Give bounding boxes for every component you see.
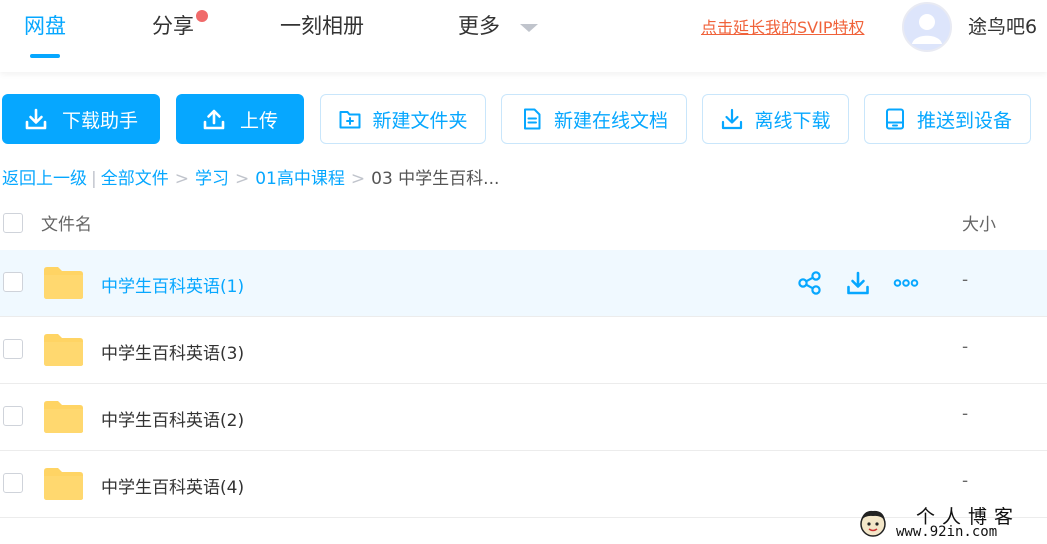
- offline-download-icon: [722, 108, 743, 130]
- folder-icon: [44, 401, 83, 433]
- file-size: -: [962, 337, 969, 357]
- svip-extend-link[interactable]: 点击延长我的SVIP特权: [701, 14, 864, 38]
- more-icon[interactable]: [893, 270, 919, 296]
- folder-icon: [44, 334, 83, 366]
- offline-download-button[interactable]: 离线下载: [702, 94, 849, 144]
- file-name[interactable]: 中学生百科英语(3): [101, 339, 244, 364]
- share-icon[interactable]: [797, 270, 823, 296]
- offline-download-label: 离线下载: [754, 109, 831, 132]
- new-online-doc-button[interactable]: 新建在线文档: [501, 94, 687, 144]
- row-checkbox[interactable]: [3, 272, 23, 292]
- chevron-down-icon: [520, 24, 538, 32]
- tab-netdisk-label: 网盘: [24, 14, 66, 38]
- notification-dot: [196, 10, 208, 22]
- folder-icon: [44, 468, 83, 500]
- new-folder-button[interactable]: 新建文件夹: [320, 94, 486, 144]
- breadcrumb-highschool[interactable]: 01高中课程: [255, 164, 345, 189]
- breadcrumb-study[interactable]: 学习: [195, 164, 229, 189]
- watermark-url: www.92in.com: [896, 524, 998, 540]
- row-checkbox[interactable]: [3, 339, 23, 359]
- avatar[interactable]: [902, 2, 952, 52]
- push-to-device-label: 推送到设备: [916, 109, 1012, 132]
- device-icon: [885, 108, 904, 130]
- tab-more[interactable]: 更多: [458, 8, 538, 44]
- file-size: -: [962, 270, 969, 290]
- file-name[interactable]: 中学生百科英语(2): [101, 406, 244, 431]
- back-link[interactable]: 返回上一级: [2, 164, 87, 189]
- breadcrumb: 返回上一级 | 全部文件 > 学习 >01高中课程 >03 中学生百科...: [2, 164, 499, 189]
- top-navigation: 网盘 分享 一刻相册 更多 点击延长我的SVIP特权 途鸟吧6: [0, 0, 1047, 72]
- table-row[interactable]: 中学生百科英语(1) -: [0, 250, 1047, 317]
- file-name[interactable]: 中学生百科英语(1): [101, 272, 244, 297]
- download-icon: [25, 108, 47, 130]
- watermark: 个人博客 www.92in.com: [852, 502, 1047, 544]
- new-folder-icon: [339, 111, 361, 129]
- table-row[interactable]: 中学生百科英语(2) -: [0, 384, 1047, 451]
- breadcrumb-all-files[interactable]: 全部文件: [101, 164, 169, 189]
- tab-share-label: 分享: [152, 14, 194, 38]
- file-name[interactable]: 中学生百科英语(4): [101, 473, 244, 498]
- new-online-doc-label: 新建在线文档: [553, 109, 668, 132]
- row-checkbox[interactable]: [3, 473, 23, 493]
- cartoon-face-icon: [860, 510, 886, 537]
- document-icon: [523, 108, 541, 130]
- tab-share[interactable]: 分享: [152, 8, 208, 44]
- user-avatar-icon: [904, 4, 950, 50]
- breadcrumb-separator: >: [234, 169, 250, 189]
- download-helper-label: 下载助手: [61, 109, 138, 132]
- username[interactable]: 途鸟吧6: [968, 12, 1037, 39]
- folder-icon: [44, 267, 83, 299]
- tab-more-label: 更多: [458, 14, 500, 38]
- upload-label: 上传: [239, 109, 278, 132]
- upload-icon: [203, 109, 225, 130]
- row-checkbox[interactable]: [3, 406, 23, 426]
- download-icon[interactable]: [845, 270, 871, 296]
- file-size: -: [962, 471, 969, 491]
- tab-album[interactable]: 一刻相册: [280, 8, 364, 44]
- tab-album-label: 一刻相册: [280, 14, 364, 38]
- breadcrumb-separator: >: [174, 169, 189, 189]
- download-helper-button[interactable]: 下载助手: [2, 94, 160, 144]
- tab-netdisk[interactable]: 网盘: [24, 8, 66, 58]
- new-folder-label: 新建文件夹: [372, 109, 468, 132]
- breadcrumb-separator: >: [350, 169, 366, 189]
- select-all-checkbox[interactable]: [3, 213, 23, 233]
- breadcrumb-divider: |: [91, 169, 97, 189]
- breadcrumb-current: 03 中学生百科...: [371, 169, 500, 189]
- active-tab-indicator: [30, 54, 60, 58]
- push-to-device-button[interactable]: 推送到设备: [864, 94, 1031, 144]
- column-header-name[interactable]: 文件名: [41, 210, 92, 235]
- column-header-size[interactable]: 大小: [962, 210, 996, 235]
- file-size: -: [962, 404, 969, 424]
- table-row[interactable]: 中学生百科英语(3) -: [0, 317, 1047, 384]
- upload-button[interactable]: 上传: [176, 94, 304, 144]
- table-header: 文件名 大小: [0, 200, 1047, 250]
